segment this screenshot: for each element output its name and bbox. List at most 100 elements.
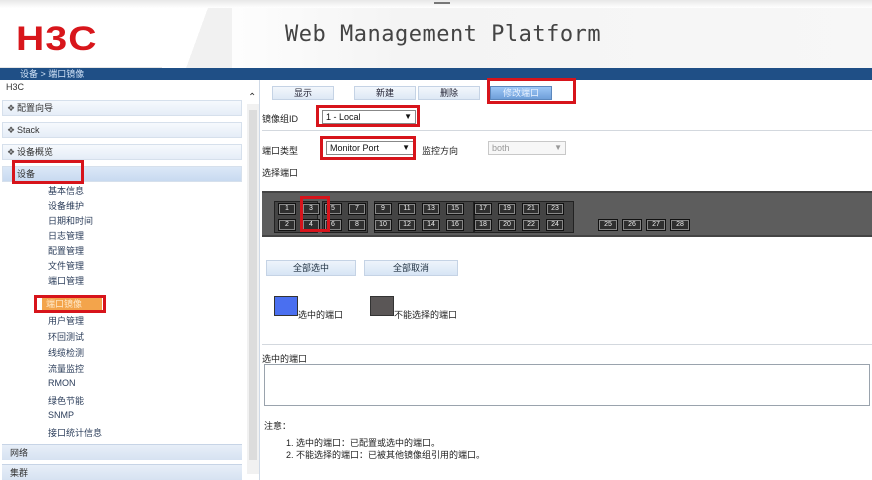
selected-port-swatch xyxy=(274,296,298,316)
sidebar-item-green[interactable]: 绿色节能 xyxy=(48,394,84,407)
sidebar-item-cable-test[interactable]: 线缆检测 xyxy=(48,346,84,359)
port-5[interactable]: 5 xyxy=(324,203,342,215)
port-23[interactable]: 23 xyxy=(546,203,564,215)
port-22[interactable]: 22 xyxy=(522,219,540,231)
port-number: 10 xyxy=(379,221,387,228)
sidebar-item-maintenance[interactable]: 设备维护 xyxy=(48,199,84,212)
sidebar-section-wizard[interactable]: ❖ 配置向导 xyxy=(2,100,242,116)
chevron-down-icon: ▼ xyxy=(404,112,412,121)
port-13[interactable]: 13 xyxy=(422,203,440,215)
port-number: 19 xyxy=(503,205,511,212)
direction-value: both xyxy=(492,143,510,153)
port-24[interactable]: 24 xyxy=(546,219,564,231)
sidebar-item-port-mirroring[interactable]: 端口镜像 xyxy=(42,298,102,310)
port-14[interactable]: 14 xyxy=(422,219,440,231)
sidebar-section-network[interactable]: 网络 xyxy=(2,444,242,460)
diamond-icon: ❖ xyxy=(7,125,16,135)
port-18[interactable]: 18 xyxy=(474,219,492,231)
port-28[interactable]: 28 xyxy=(670,219,690,231)
port-3[interactable]: 3 xyxy=(302,203,320,215)
select-port-label: 选择端口 xyxy=(262,168,299,178)
port-26[interactable]: 26 xyxy=(622,219,642,231)
collapse-up-icon[interactable]: ⌃ xyxy=(248,92,256,103)
sidebar-item-files[interactable]: 文件管理 xyxy=(48,259,84,272)
port-2[interactable]: 2 xyxy=(278,219,296,231)
port-25[interactable]: 25 xyxy=(598,219,618,231)
port-number: 5 xyxy=(331,205,335,212)
sidebar-section-device[interactable]: 设备 xyxy=(2,166,242,182)
sidebar-item-port-management[interactable]: 端口管理 xyxy=(48,274,84,287)
port-number: 1 xyxy=(285,205,289,212)
port-20[interactable]: 20 xyxy=(498,219,516,231)
port-number: 8 xyxy=(355,221,359,228)
port-7[interactable]: 7 xyxy=(348,203,366,215)
tab-display[interactable]: 显示 xyxy=(272,86,334,100)
select-all-button[interactable]: 全部选中 xyxy=(266,260,356,276)
port-number: 20 xyxy=(503,221,511,228)
sidebar-section-stack[interactable]: ❖ Stack xyxy=(2,122,242,138)
sidebar-item-snmp[interactable]: SNMP xyxy=(48,410,74,420)
port-9[interactable]: 9 xyxy=(374,203,392,215)
note-item: 2. 不能选择的端口：已被其他镜像组引用的端口。 xyxy=(286,450,486,460)
chevron-down-icon: ▼ xyxy=(554,143,562,152)
port-number: 9 xyxy=(381,205,385,212)
sidebar-section-label: 配置向导 xyxy=(17,103,54,113)
port-10[interactable]: 10 xyxy=(374,219,392,231)
port-number: 3 xyxy=(309,205,313,212)
sidebar-item-log[interactable]: 日志管理 xyxy=(48,229,84,242)
diamond-icon: ❖ xyxy=(7,103,16,113)
sidebar-item-basic-info[interactable]: 基本信息 xyxy=(48,184,84,197)
port-8[interactable]: 8 xyxy=(348,219,366,231)
tab-delete[interactable]: 删除 xyxy=(418,86,480,100)
port-1[interactable]: 1 xyxy=(278,203,296,215)
port-type-select[interactable]: Monitor Port ▼ xyxy=(326,141,414,155)
sidebar-item-traffic[interactable]: 流量监控 xyxy=(48,362,84,375)
diamond-icon: ❖ xyxy=(7,147,16,157)
sidebar-section-label: Stack xyxy=(17,125,40,135)
sidebar-section-label: 设备概览 xyxy=(17,147,54,157)
sidebar-item-users[interactable]: 用户管理 xyxy=(48,314,84,327)
port-11[interactable]: 11 xyxy=(398,203,416,215)
tab-modify-port[interactable]: 修改端口 xyxy=(490,86,552,100)
port-type-value: Monitor Port xyxy=(330,143,380,153)
mirror-group-value: 1 - Local xyxy=(326,112,361,122)
sidebar-section-overview[interactable]: ❖ 设备概览 xyxy=(2,144,242,160)
port-19[interactable]: 19 xyxy=(498,203,516,215)
tab-bar: 显示 新建 删除 修改端口 xyxy=(262,80,872,104)
port-number: 22 xyxy=(527,221,535,228)
port-12[interactable]: 12 xyxy=(398,219,416,231)
direction-label: 监控方向 xyxy=(422,146,459,156)
sidebar-scroll-thumb[interactable] xyxy=(249,110,257,460)
port-number: 11 xyxy=(403,205,411,212)
mirror-group-select[interactable]: 1 - Local ▼ xyxy=(322,110,416,124)
deselect-all-button[interactable]: 全部取消 xyxy=(364,260,458,276)
port-number: 14 xyxy=(427,221,435,228)
port-16[interactable]: 16 xyxy=(446,219,464,231)
top-strip-mark xyxy=(434,2,450,4)
sidebar-section-cluster[interactable]: 集群 xyxy=(2,464,242,480)
tab-new[interactable]: 新建 xyxy=(354,86,416,100)
port-17[interactable]: 17 xyxy=(474,203,492,215)
sidebar-item-config[interactable]: 配置管理 xyxy=(48,244,84,257)
port-number: 13 xyxy=(427,205,435,212)
sidebar-item-loopback[interactable]: 环回测试 xyxy=(48,330,84,343)
port-27[interactable]: 27 xyxy=(646,219,666,231)
port-number: 23 xyxy=(551,205,559,212)
unavailable-port-swatch xyxy=(370,296,394,316)
sidebar-item-rmon[interactable]: RMON xyxy=(48,378,76,388)
port-4[interactable]: 4 xyxy=(302,219,320,231)
port-6[interactable]: 6 xyxy=(324,219,342,231)
port-15[interactable]: 15 xyxy=(446,203,464,215)
port-number: 28 xyxy=(676,221,684,228)
port-number: 25 xyxy=(604,221,612,228)
sidebar-item-datetime[interactable]: 日期和时间 xyxy=(48,214,93,227)
port-21[interactable]: 21 xyxy=(522,203,540,215)
port-type-label: 端口类型 xyxy=(262,146,299,156)
switch-faceplate: 1 3 5 7 9 11 13 15 17 19 21 23 2 4 6 8 10 12 14 16 18 20 22 24 2… xyxy=(262,191,872,237)
selected-port-legend-label: 选中的端口 xyxy=(298,310,344,320)
notes-title: 注意： xyxy=(264,421,292,431)
direction-select[interactable]: both ▼ xyxy=(488,141,566,155)
port-number: 26 xyxy=(628,221,636,228)
selected-ports-field[interactable] xyxy=(264,364,870,406)
sidebar-item-interface-stats[interactable]: 接口统计信息 xyxy=(48,426,102,439)
